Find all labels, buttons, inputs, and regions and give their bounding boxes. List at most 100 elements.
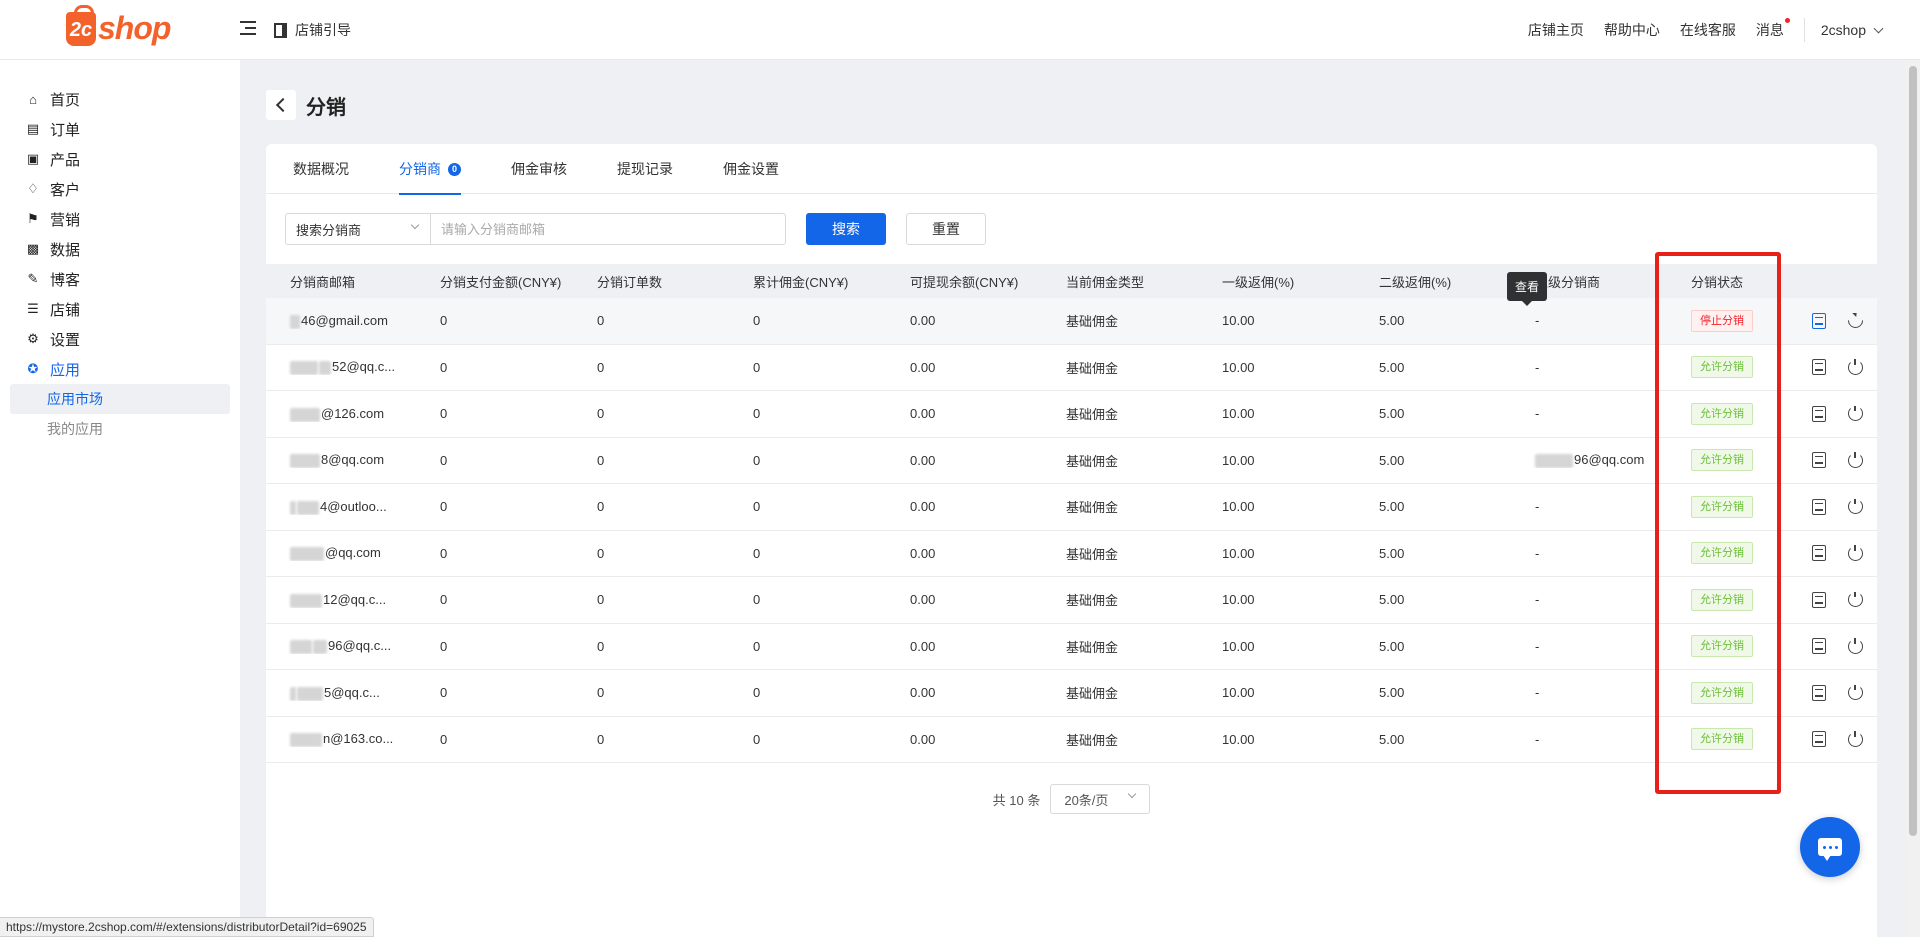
tab-commission-review[interactable]: 佣金审核 bbox=[511, 144, 567, 194]
store-guide-link[interactable]: 店铺引导 bbox=[274, 20, 351, 40]
back-button[interactable] bbox=[266, 90, 296, 120]
view-detail-icon[interactable] bbox=[1812, 312, 1826, 329]
search-type-select[interactable]: 搜索分销商 bbox=[285, 213, 431, 245]
redacted-text bbox=[319, 361, 331, 376]
sidebar-item-data[interactable]: ▩ 数据 bbox=[0, 234, 240, 264]
sidebar-subitem-app-market[interactable]: 应用市场 bbox=[10, 384, 230, 414]
search-input[interactable] bbox=[431, 213, 786, 245]
help-center-link[interactable]: 帮助中心 bbox=[1604, 20, 1660, 40]
table-row[interactable]: n@163.co... 0 0 0 0.00 基础佣金 10.00 5.00 - 允许分销 bbox=[266, 717, 1877, 763]
cell-text: - bbox=[1535, 359, 1540, 375]
table-row[interactable]: @qq.com 0 0 0 0.00 基础佣金 10.00 5.00 - 允许分销 bbox=[266, 531, 1877, 577]
table-row[interactable]: @126.com 0 0 0 0.00 基础佣金 10.00 5.00 - 允许分销 bbox=[266, 391, 1877, 438]
redacted-text bbox=[313, 640, 327, 655]
table-cell-l2: 5.00 bbox=[1355, 546, 1511, 561]
view-detail-icon[interactable] bbox=[1812, 498, 1826, 515]
table-row[interactable]: 12@qq.c... 0 0 0 0.00 基础佣金 10.00 5.00 - 允许分销 bbox=[266, 577, 1877, 624]
status-badge: 允许分销 bbox=[1691, 588, 1753, 611]
table-cell-commission: 0 bbox=[729, 639, 886, 654]
cell-text: 0 bbox=[753, 359, 761, 375]
scrollbar[interactable] bbox=[1906, 60, 1920, 937]
table-row[interactable]: 96@qq.c... 0 0 0 0.00 基础佣金 10.00 5.00 - 允许分销 bbox=[266, 624, 1877, 670]
sidebar-item-store[interactable]: ☰ 店铺 bbox=[0, 294, 240, 324]
table-cell-orders: 0 bbox=[573, 639, 729, 654]
status-badge: 允许分销 bbox=[1691, 728, 1753, 751]
power-icon[interactable] bbox=[1848, 731, 1863, 747]
view-detail-icon[interactable] bbox=[1812, 684, 1826, 701]
column-header: 累计佣金(CNY¥) bbox=[753, 274, 849, 290]
view-detail-icon[interactable] bbox=[1812, 359, 1826, 376]
select-value: 搜索分销商 bbox=[296, 222, 362, 238]
view-detail-icon[interactable] bbox=[1812, 405, 1826, 422]
store-home-link[interactable]: 店铺主页 bbox=[1528, 20, 1584, 40]
sidebar-item-home[interactable]: ⌂ 首页 bbox=[0, 84, 240, 114]
tab-withdraw-records[interactable]: 提现记录 bbox=[617, 144, 673, 194]
table-cell-parent: - bbox=[1511, 499, 1667, 514]
page-size-select[interactable]: 20条/页 bbox=[1050, 784, 1151, 814]
tab-commission-settings[interactable]: 佣金设置 bbox=[723, 144, 779, 194]
power-icon[interactable] bbox=[1848, 545, 1863, 561]
tab-overview[interactable]: 数据概况 bbox=[293, 144, 349, 194]
sidebar-item-label: 订单 bbox=[50, 121, 81, 139]
sidebar-item-label: 设置 bbox=[50, 331, 81, 349]
table-row[interactable]: 52@qq.c... 0 0 0 0.00 基础佣金 10.00 5.00 - 允许分销 bbox=[266, 345, 1877, 391]
sidebar-item-customers[interactable]: ♢ 客户 bbox=[0, 174, 240, 204]
logo[interactable]: 2c shop bbox=[66, 4, 171, 47]
cell-text: - bbox=[1535, 406, 1540, 422]
power-icon[interactable] bbox=[1848, 405, 1863, 422]
power-icon[interactable] bbox=[1848, 359, 1863, 375]
table-row[interactable]: 46@gmail.com 0 0 0 0.00 基础佣金 10.00 5.00 - 停止分销 bbox=[266, 298, 1877, 345]
table-cell-type: 基础佣金 bbox=[1042, 637, 1198, 656]
table-cell-actions bbox=[1797, 591, 1887, 608]
table-cell-type: 基础佣金 bbox=[1042, 358, 1198, 377]
cell-text: 5.00 bbox=[1379, 545, 1405, 561]
scrollbar-thumb[interactable] bbox=[1909, 66, 1917, 836]
menu-toggle-icon[interactable] bbox=[240, 21, 256, 37]
tab-distributors[interactable]: 分销商 0 bbox=[399, 144, 461, 195]
power-icon[interactable] bbox=[1848, 684, 1863, 701]
view-detail-icon[interactable] bbox=[1812, 452, 1826, 469]
cell-text: 基础佣金 bbox=[1066, 314, 1119, 330]
view-detail-icon[interactable] bbox=[1812, 545, 1826, 562]
search-button[interactable]: 搜索 bbox=[806, 213, 886, 245]
power-icon[interactable] bbox=[1848, 638, 1863, 654]
cell-text: 0.00 bbox=[910, 313, 936, 329]
cell-text: 52@qq.c... bbox=[332, 359, 396, 375]
user-menu[interactable]: 2cshop bbox=[1821, 22, 1884, 38]
sidebar-item-apps[interactable]: ✪ 应用 bbox=[0, 354, 240, 384]
sidebar-item-settings[interactable]: ⚙ 设置 bbox=[0, 324, 240, 354]
column-header: 分销支付金额(CNY¥) bbox=[440, 274, 562, 290]
chat-button[interactable] bbox=[1800, 817, 1860, 877]
reset-button[interactable]: 重置 bbox=[906, 213, 986, 245]
power-icon[interactable] bbox=[1848, 591, 1863, 608]
table-cell-parent: 96@qq.com bbox=[1511, 452, 1667, 469]
sidebar-item-blog[interactable]: ✎ 博客 bbox=[0, 264, 240, 294]
cell-text: 0 bbox=[597, 452, 605, 468]
sidebar-item-marketing[interactable]: ⚑ 营销 bbox=[0, 204, 240, 234]
table-cell-status: 允许分销 bbox=[1667, 635, 1797, 658]
cell-text: 4@outloo... bbox=[320, 498, 387, 514]
view-detail-icon[interactable] bbox=[1812, 638, 1826, 655]
table-row[interactable]: 5@qq.c... 0 0 0 0.00 基础佣金 10.00 5.00 - 允许分销 bbox=[266, 670, 1877, 717]
table-cell-status: 允许分销 bbox=[1667, 356, 1797, 379]
online-support-link[interactable]: 在线客服 bbox=[1680, 20, 1736, 40]
sidebar-item-orders[interactable]: ▤ 订单 bbox=[0, 114, 240, 144]
power-icon[interactable] bbox=[1848, 498, 1863, 515]
power-icon[interactable] bbox=[1848, 452, 1863, 468]
sidebar-item-products[interactable]: ▣ 产品 bbox=[0, 144, 240, 174]
view-detail-icon[interactable] bbox=[1812, 731, 1826, 748]
table-cell-commission: 0 bbox=[729, 592, 886, 607]
table-cell-pay: 0 bbox=[416, 406, 573, 421]
cell-text: 0 bbox=[440, 499, 448, 515]
page-title: 分销 bbox=[306, 96, 346, 119]
messages-link[interactable]: 消息 bbox=[1756, 18, 1790, 40]
sidebar-subitem-my-apps[interactable]: 我的应用 bbox=[10, 414, 230, 444]
table-row[interactable]: 8@qq.com 0 0 0 0.00 基础佣金 10.00 5.00 96@qq.com 允许分… bbox=[266, 438, 1877, 484]
view-detail-icon[interactable] bbox=[1812, 591, 1826, 608]
table-row[interactable]: 4@outloo... 0 0 0 0.00 基础佣金 10.00 5.00 - 允许分销 bbox=[266, 484, 1877, 531]
cell-text: 0 bbox=[753, 406, 761, 422]
refresh-icon[interactable] bbox=[1844, 312, 1867, 329]
product-icon: ▣ bbox=[26, 151, 40, 166]
cell-text: 0 bbox=[753, 731, 761, 747]
table-cell-l2: 5.00 bbox=[1355, 453, 1511, 468]
